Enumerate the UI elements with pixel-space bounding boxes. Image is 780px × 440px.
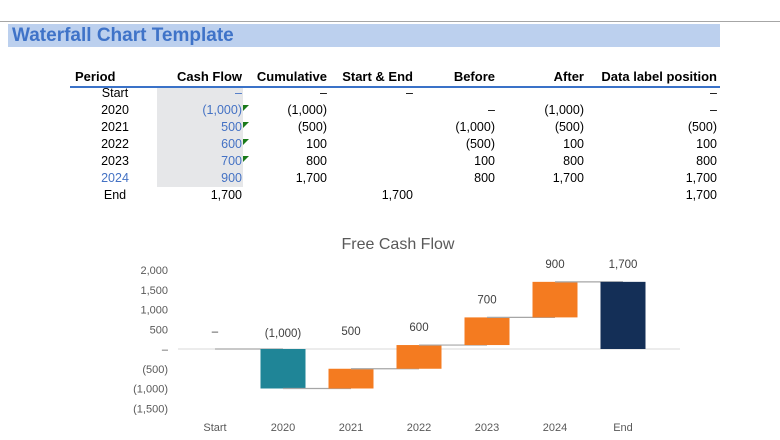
data-label: 1,700 xyxy=(609,259,638,271)
y-tick-label: 500 xyxy=(150,324,168,336)
chart-title: Free Cash Flow xyxy=(342,236,455,253)
waterfall-bar xyxy=(532,281,578,318)
x-tick-label: 2021 xyxy=(339,422,363,434)
data-label: (1,000) xyxy=(265,328,302,340)
waterfall-bar xyxy=(396,345,442,369)
data-label: 700 xyxy=(477,294,496,306)
waterfall-bar xyxy=(600,281,646,349)
data-label: 900 xyxy=(545,259,564,271)
waterfall-bar xyxy=(328,368,374,389)
waterfall-bar xyxy=(260,349,306,389)
data-label: 500 xyxy=(341,326,360,338)
x-tick-label: 2024 xyxy=(543,422,567,434)
y-tick-label: 1,000 xyxy=(140,305,168,317)
data-label: – xyxy=(212,326,219,338)
waterfall-chart: Free Cash Flow 2,000 1,500 1,000 500 – (500) (… xyxy=(133,236,680,434)
waterfall-bar xyxy=(464,317,510,346)
x-tick-label: 2020 xyxy=(271,422,295,434)
y-tick-label: (1,500) xyxy=(133,403,168,415)
y-tick-label: 1,500 xyxy=(140,285,168,297)
y-tick-label: – xyxy=(162,344,169,356)
x-tick-label: Start xyxy=(203,422,226,434)
x-tick-label: End xyxy=(613,422,633,434)
x-tick-label: 2022 xyxy=(407,422,431,434)
x-tick-label: 2023 xyxy=(475,422,499,434)
y-tick-label: 2,000 xyxy=(140,265,168,277)
data-label: 600 xyxy=(409,322,428,334)
y-tick-label: (1,000) xyxy=(133,384,168,396)
y-tick-label: (500) xyxy=(142,364,168,376)
